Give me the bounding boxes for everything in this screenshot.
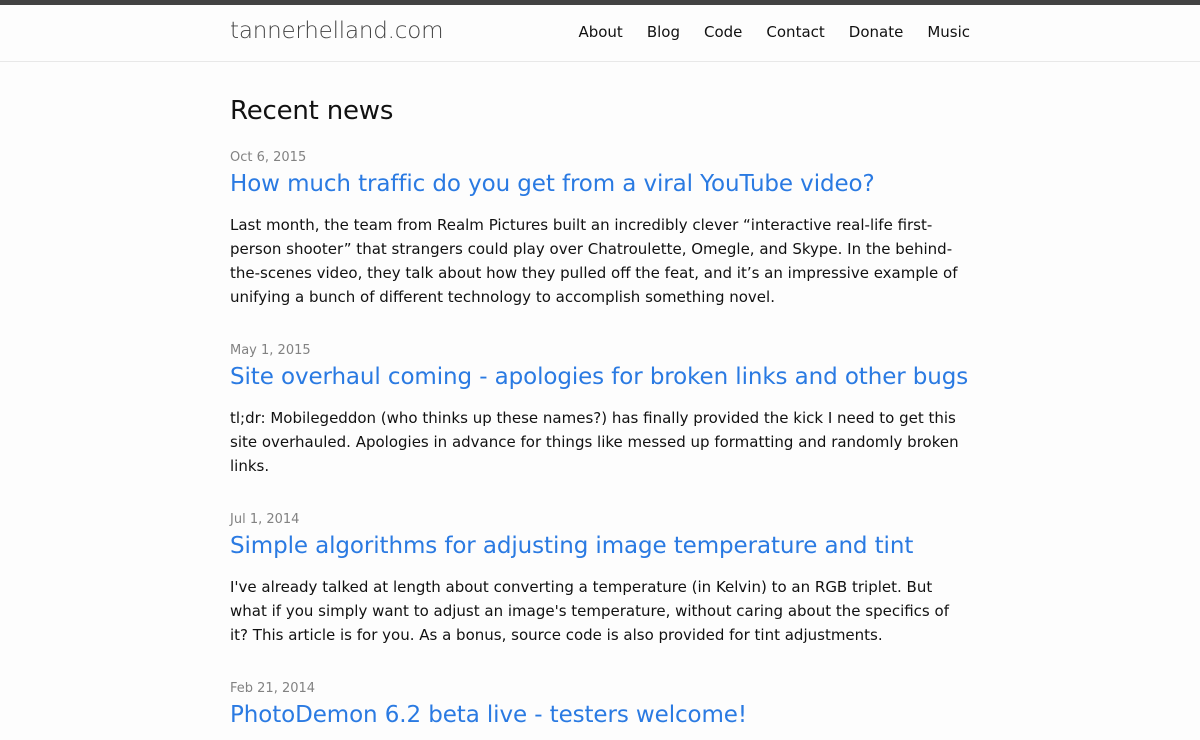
post-title-link[interactable]: Site overhaul coming - apologies for bro… bbox=[230, 362, 970, 392]
nav-code-link[interactable]: Code bbox=[704, 23, 742, 41]
post-date: May 1, 2015 bbox=[230, 343, 311, 358]
page-heading: Recent news bbox=[230, 96, 394, 126]
nav-about-link[interactable]: About bbox=[578, 23, 622, 41]
post-item: Jul 1, 2014 Simple algorithms for adjust… bbox=[230, 512, 970, 647]
site-nav: About Blog Code Contact Donate Music bbox=[578, 23, 970, 41]
post-item: Oct 6, 2015 How much traffic do you get … bbox=[230, 150, 970, 309]
post-excerpt: Last month, the team from Realm Pictures… bbox=[230, 216, 958, 306]
post-date: Jul 1, 2014 bbox=[230, 512, 300, 527]
post-excerpt: I've already talked at length about conv… bbox=[230, 578, 949, 644]
post-title-link[interactable]: How much traffic do you get from a viral… bbox=[230, 169, 970, 199]
post-excerpt: tl;dr: Mobilegeddon (who thinks up these… bbox=[230, 409, 959, 475]
post-title-link[interactable]: Simple algorithms for adjusting image te… bbox=[230, 531, 970, 561]
nav-contact-link[interactable]: Contact bbox=[766, 23, 824, 41]
post-date: Oct 6, 2015 bbox=[230, 150, 307, 165]
main-content: Recent news Oct 6, 2015 How much traffic… bbox=[230, 62, 970, 730]
post-date: Feb 21, 2014 bbox=[230, 681, 316, 696]
header-inner: tannerhelland.com About Blog Code Contac… bbox=[230, 5, 970, 61]
post-item: Feb 21, 2014 PhotoDemon 6.2 beta live - … bbox=[230, 681, 970, 730]
nav-blog-link[interactable]: Blog bbox=[647, 23, 680, 41]
site-header: tannerhelland.com About Blog Code Contac… bbox=[0, 5, 1200, 62]
nav-music-link[interactable]: Music bbox=[927, 23, 970, 41]
post-title-link[interactable]: PhotoDemon 6.2 beta live - testers welco… bbox=[230, 700, 970, 730]
post-item: May 1, 2015 Site overhaul coming - apolo… bbox=[230, 343, 970, 478]
site-title-link[interactable]: tannerhelland.com bbox=[230, 18, 443, 44]
nav-donate-link[interactable]: Donate bbox=[849, 23, 904, 41]
